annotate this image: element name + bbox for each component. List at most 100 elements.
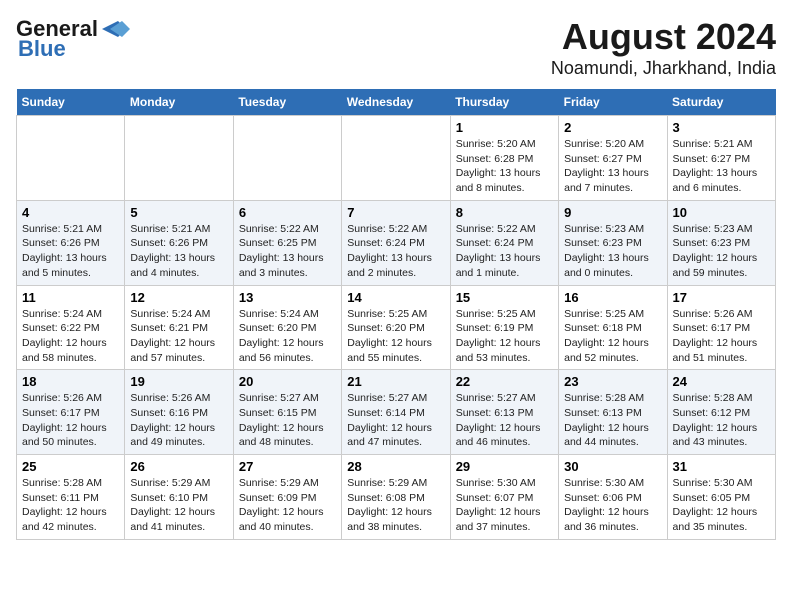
header-thursday: Thursday — [450, 89, 558, 116]
calendar-cell: 8 Sunrise: 5:22 AM Sunset: 6:24 PM Daylig… — [450, 200, 558, 285]
calendar-cell: 2 Sunrise: 5:20 AM Sunset: 6:27 PM Daylig… — [559, 116, 667, 201]
page-header: General Blue August 2024 Noamundi, Jhark… — [16, 16, 776, 79]
header-friday: Friday — [559, 89, 667, 116]
calendar-week-1: 1 Sunrise: 5:20 AM Sunset: 6:28 PM Daylig… — [17, 116, 776, 201]
calendar-cell: 15Sunrise: 5:25 AM Sunset: 6:19 PM Dayli… — [450, 285, 558, 370]
calendar-cell — [233, 116, 341, 201]
day-number: 10 — [673, 205, 770, 220]
day-number: 8 — [456, 205, 553, 220]
day-info: Sunrise: 5:25 AM Sunset: 6:19 PM Dayligh… — [456, 307, 553, 366]
day-info: Sunrise: 5:21 AM Sunset: 6:27 PM Dayligh… — [673, 137, 770, 196]
day-number: 29 — [456, 459, 553, 474]
calendar-cell: 23 Sunrise: 5:28 AM Sunset: 6:13 PM Dayli… — [559, 370, 667, 455]
day-number: 20 — [239, 374, 336, 389]
day-number: 21 — [347, 374, 444, 389]
day-number: 23 — [564, 374, 661, 389]
calendar-cell: 7Sunrise: 5:22 AM Sunset: 6:24 PM Daylig… — [342, 200, 450, 285]
day-info: Sunrise: 5:25 AM Sunset: 6:18 PM Dayligh… — [564, 307, 661, 366]
day-info: Sunrise: 5:26 AM Sunset: 6:17 PM Dayligh… — [22, 391, 119, 450]
calendar-header-row: SundayMondayTuesdayWednesdayThursdayFrid… — [17, 89, 776, 116]
day-number: 12 — [130, 290, 227, 305]
header-monday: Monday — [125, 89, 233, 116]
day-number: 1 — [456, 120, 553, 135]
header-saturday: Saturday — [667, 89, 775, 116]
calendar-cell: 4 Sunrise: 5:21 AM Sunset: 6:26 PM Daylig… — [17, 200, 125, 285]
day-info: Sunrise: 5:29 AM Sunset: 6:10 PM Dayligh… — [130, 476, 227, 535]
day-info: Sunrise: 5:26 AM Sunset: 6:17 PM Dayligh… — [673, 307, 770, 366]
calendar-cell: 9Sunrise: 5:23 AM Sunset: 6:23 PM Daylig… — [559, 200, 667, 285]
calendar-cell: 26 Sunrise: 5:29 AM Sunset: 6:10 PM Dayli… — [125, 455, 233, 540]
calendar-week-3: 11Sunrise: 5:24 AM Sunset: 6:22 PM Dayli… — [17, 285, 776, 370]
day-number: 16 — [564, 290, 661, 305]
day-info: Sunrise: 5:27 AM Sunset: 6:15 PM Dayligh… — [239, 391, 336, 450]
logo-blue: Blue — [18, 36, 66, 62]
day-number: 17 — [673, 290, 770, 305]
day-number: 28 — [347, 459, 444, 474]
day-number: 14 — [347, 290, 444, 305]
calendar-cell: 14 Sunrise: 5:25 AM Sunset: 6:20 PM Dayli… — [342, 285, 450, 370]
calendar-cell: 10 Sunrise: 5:23 AM Sunset: 6:23 PM Dayli… — [667, 200, 775, 285]
calendar-cell: 30Sunrise: 5:30 AM Sunset: 6:06 PM Dayli… — [559, 455, 667, 540]
day-number: 2 — [564, 120, 661, 135]
day-number: 18 — [22, 374, 119, 389]
day-info: Sunrise: 5:20 AM Sunset: 6:28 PM Dayligh… — [456, 137, 553, 196]
calendar-cell: 13Sunrise: 5:24 AM Sunset: 6:20 PM Dayli… — [233, 285, 341, 370]
calendar-cell — [342, 116, 450, 201]
calendar-cell: 18 Sunrise: 5:26 AM Sunset: 6:17 PM Dayli… — [17, 370, 125, 455]
day-info: Sunrise: 5:22 AM Sunset: 6:25 PM Dayligh… — [239, 222, 336, 281]
day-number: 5 — [130, 205, 227, 220]
calendar-cell: 29 Sunrise: 5:30 AM Sunset: 6:07 PM Dayli… — [450, 455, 558, 540]
calendar-cell: 11Sunrise: 5:24 AM Sunset: 6:22 PM Dayli… — [17, 285, 125, 370]
day-info: Sunrise: 5:27 AM Sunset: 6:14 PM Dayligh… — [347, 391, 444, 450]
day-number: 26 — [130, 459, 227, 474]
calendar-table: SundayMondayTuesdayWednesdayThursdayFrid… — [16, 89, 776, 540]
day-info: Sunrise: 5:30 AM Sunset: 6:07 PM Dayligh… — [456, 476, 553, 535]
day-info: Sunrise: 5:24 AM Sunset: 6:22 PM Dayligh… — [22, 307, 119, 366]
calendar-cell: 16 Sunrise: 5:25 AM Sunset: 6:18 PM Dayli… — [559, 285, 667, 370]
day-info: Sunrise: 5:28 AM Sunset: 6:13 PM Dayligh… — [564, 391, 661, 450]
calendar-cell: 12Sunrise: 5:24 AM Sunset: 6:21 PM Dayli… — [125, 285, 233, 370]
day-info: Sunrise: 5:30 AM Sunset: 6:06 PM Dayligh… — [564, 476, 661, 535]
calendar-cell: 1 Sunrise: 5:20 AM Sunset: 6:28 PM Daylig… — [450, 116, 558, 201]
day-info: Sunrise: 5:27 AM Sunset: 6:13 PM Dayligh… — [456, 391, 553, 450]
calendar-cell — [17, 116, 125, 201]
day-number: 25 — [22, 459, 119, 474]
day-number: 22 — [456, 374, 553, 389]
calendar-cell: 3 Sunrise: 5:21 AM Sunset: 6:27 PM Daylig… — [667, 116, 775, 201]
page-title: August 2024 — [551, 16, 776, 58]
day-info: Sunrise: 5:20 AM Sunset: 6:27 PM Dayligh… — [564, 137, 661, 196]
header-sunday: Sunday — [17, 89, 125, 116]
page-subtitle: Noamundi, Jharkhand, India — [551, 58, 776, 79]
day-info: Sunrise: 5:24 AM Sunset: 6:20 PM Dayligh… — [239, 307, 336, 366]
day-info: Sunrise: 5:21 AM Sunset: 6:26 PM Dayligh… — [22, 222, 119, 281]
calendar-cell: 6 Sunrise: 5:22 AM Sunset: 6:25 PM Daylig… — [233, 200, 341, 285]
calendar-cell: 22 Sunrise: 5:27 AM Sunset: 6:13 PM Dayli… — [450, 370, 558, 455]
calendar-cell: 17 Sunrise: 5:26 AM Sunset: 6:17 PM Dayli… — [667, 285, 775, 370]
calendar-cell: 5 Sunrise: 5:21 AM Sunset: 6:26 PM Daylig… — [125, 200, 233, 285]
calendar-week-5: 25 Sunrise: 5:28 AM Sunset: 6:11 PM Dayli… — [17, 455, 776, 540]
day-number: 7 — [347, 205, 444, 220]
day-number: 4 — [22, 205, 119, 220]
title-block: August 2024 Noamundi, Jharkhand, India — [551, 16, 776, 79]
logo: General Blue — [16, 16, 130, 62]
day-info: Sunrise: 5:28 AM Sunset: 6:12 PM Dayligh… — [673, 391, 770, 450]
calendar-cell: 19Sunrise: 5:26 AM Sunset: 6:16 PM Dayli… — [125, 370, 233, 455]
day-info: Sunrise: 5:21 AM Sunset: 6:26 PM Dayligh… — [130, 222, 227, 281]
day-info: Sunrise: 5:25 AM Sunset: 6:20 PM Dayligh… — [347, 307, 444, 366]
header-wednesday: Wednesday — [342, 89, 450, 116]
day-number: 6 — [239, 205, 336, 220]
calendar-week-2: 4 Sunrise: 5:21 AM Sunset: 6:26 PM Daylig… — [17, 200, 776, 285]
header-tuesday: Tuesday — [233, 89, 341, 116]
calendar-cell: 28Sunrise: 5:29 AM Sunset: 6:08 PM Dayli… — [342, 455, 450, 540]
calendar-cell — [125, 116, 233, 201]
day-number: 3 — [673, 120, 770, 135]
day-info: Sunrise: 5:28 AM Sunset: 6:11 PM Dayligh… — [22, 476, 119, 535]
calendar-cell: 27Sunrise: 5:29 AM Sunset: 6:09 PM Dayli… — [233, 455, 341, 540]
calendar-cell: 20 Sunrise: 5:27 AM Sunset: 6:15 PM Dayli… — [233, 370, 341, 455]
day-info: Sunrise: 5:23 AM Sunset: 6:23 PM Dayligh… — [673, 222, 770, 281]
day-info: Sunrise: 5:22 AM Sunset: 6:24 PM Dayligh… — [456, 222, 553, 281]
day-info: Sunrise: 5:30 AM Sunset: 6:05 PM Dayligh… — [673, 476, 770, 535]
calendar-cell: 21 Sunrise: 5:27 AM Sunset: 6:14 PM Dayli… — [342, 370, 450, 455]
calendar-cell: 25 Sunrise: 5:28 AM Sunset: 6:11 PM Dayli… — [17, 455, 125, 540]
calendar-cell: 31Sunrise: 5:30 AM Sunset: 6:05 PM Dayli… — [667, 455, 775, 540]
